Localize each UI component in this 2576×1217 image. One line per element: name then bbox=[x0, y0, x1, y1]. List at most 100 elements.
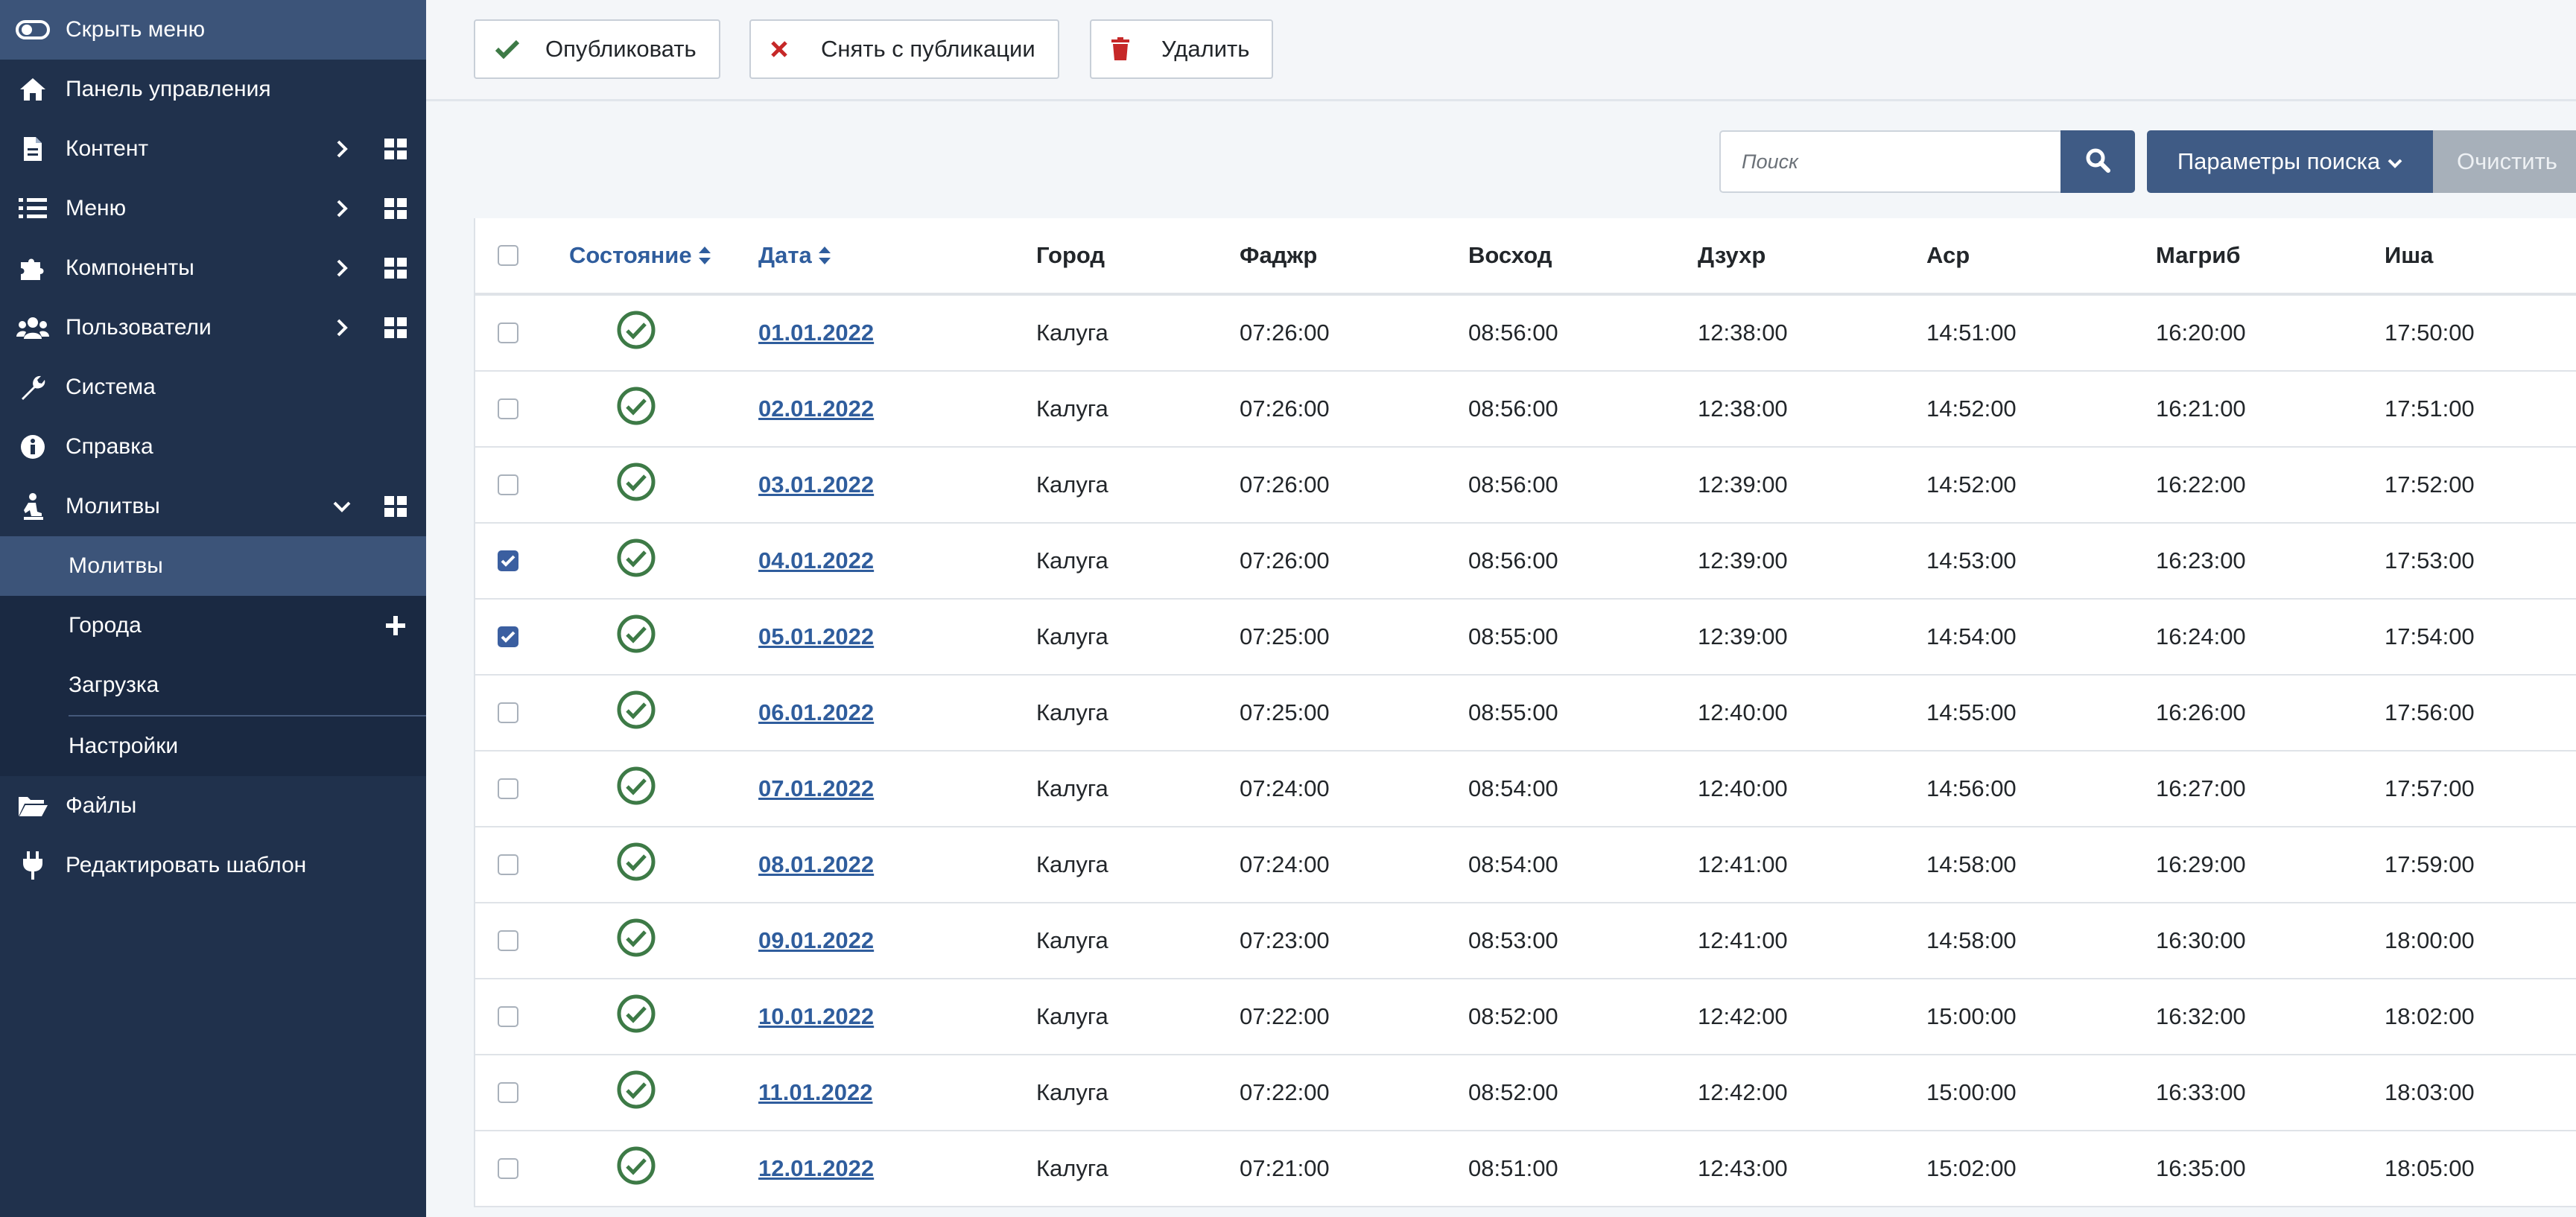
submenu-item-prayers[interactable]: Молитвы bbox=[0, 536, 426, 596]
published-status-icon[interactable] bbox=[617, 1146, 656, 1191]
status-cell[interactable] bbox=[617, 448, 656, 522]
chevron-right-icon[interactable] bbox=[331, 298, 353, 358]
row-checkbox-cell[interactable] bbox=[498, 524, 518, 598]
row-checkbox-cell[interactable] bbox=[498, 448, 518, 522]
chevron-right-icon[interactable] bbox=[331, 238, 353, 298]
row-checkbox[interactable] bbox=[498, 778, 518, 799]
row-checkbox-cell[interactable] bbox=[498, 903, 518, 978]
sidebar-item-menu[interactable]: Меню bbox=[0, 179, 426, 238]
grid-icon[interactable] bbox=[383, 179, 408, 238]
table-row[interactable]: 06.01.2022 Калуга 07:25:00 08:55:00 12:40:00… bbox=[475, 676, 2576, 752]
status-cell[interactable] bbox=[617, 1055, 656, 1130]
published-status-icon[interactable] bbox=[617, 538, 656, 583]
table-row[interactable]: 09.01.2022 Калуга 07:23:00 08:53:00 12:41:00… bbox=[475, 903, 2576, 979]
search-button[interactable] bbox=[2061, 130, 2135, 193]
table-row[interactable]: 11.01.2022 Калуга 07:22:00 08:52:00 12:42:00… bbox=[475, 1055, 2576, 1131]
date-link[interactable]: 08.01.2022 bbox=[758, 851, 874, 878]
column-header-status[interactable]: Состояние bbox=[569, 218, 711, 293]
chevron-right-icon[interactable] bbox=[331, 119, 353, 179]
submenu-item-settings[interactable]: Настройки bbox=[0, 716, 426, 776]
table-row[interactable]: 12.01.2022 Калуга 07:21:00 08:51:00 12:43:00… bbox=[475, 1131, 2576, 1207]
select-all-checkbox-cell[interactable] bbox=[498, 218, 518, 293]
published-status-icon[interactable] bbox=[617, 387, 656, 431]
table-row[interactable]: 04.01.2022 Калуга 07:26:00 08:56:00 12:39:00… bbox=[475, 524, 2576, 600]
sidebar-item-components[interactable]: Компоненты bbox=[0, 238, 426, 298]
status-cell[interactable] bbox=[617, 827, 656, 902]
table-row[interactable]: 03.01.2022 Калуга 07:26:00 08:56:00 12:39:00… bbox=[475, 448, 2576, 524]
status-cell[interactable] bbox=[617, 676, 656, 750]
sidebar-item-dashboard[interactable]: Панель управления bbox=[0, 60, 426, 119]
row-checkbox-cell[interactable] bbox=[498, 1055, 518, 1130]
date-link[interactable]: 09.01.2022 bbox=[758, 927, 874, 954]
status-cell[interactable] bbox=[617, 979, 656, 1054]
published-status-icon[interactable] bbox=[617, 1070, 656, 1115]
status-cell[interactable] bbox=[617, 296, 656, 370]
published-status-icon[interactable] bbox=[617, 994, 656, 1039]
published-status-icon[interactable] bbox=[617, 842, 656, 887]
grid-icon[interactable] bbox=[383, 298, 408, 358]
search-params-button[interactable]: Параметры поиска bbox=[2147, 130, 2433, 193]
published-status-icon[interactable] bbox=[617, 311, 656, 355]
date-link[interactable]: 05.01.2022 bbox=[758, 623, 874, 650]
row-checkbox[interactable] bbox=[498, 398, 518, 419]
published-status-icon[interactable] bbox=[617, 918, 656, 963]
row-checkbox-cell[interactable] bbox=[498, 752, 518, 826]
clear-button[interactable]: Очистить bbox=[2433, 130, 2576, 193]
date-link[interactable]: 02.01.2022 bbox=[758, 395, 874, 422]
row-checkbox[interactable] bbox=[498, 550, 518, 571]
row-checkbox[interactable] bbox=[498, 1082, 518, 1103]
chevron-right-icon[interactable] bbox=[331, 179, 353, 238]
table-row[interactable]: 01.01.2022 Калуга 07:26:00 08:56:00 12:38:00… bbox=[475, 296, 2576, 372]
sidebar-item-content[interactable]: Контент bbox=[0, 119, 426, 179]
sidebar-item-prayers[interactable]: Молитвы bbox=[0, 477, 426, 536]
date-link[interactable]: 03.01.2022 bbox=[758, 471, 874, 498]
date-link[interactable]: 11.01.2022 bbox=[758, 1079, 872, 1106]
row-checkbox-cell[interactable] bbox=[498, 600, 518, 674]
status-cell[interactable] bbox=[617, 372, 656, 446]
row-checkbox[interactable] bbox=[498, 474, 518, 495]
row-checkbox-cell[interactable] bbox=[498, 1131, 518, 1206]
row-checkbox-cell[interactable] bbox=[498, 979, 518, 1054]
row-checkbox-cell[interactable] bbox=[498, 676, 518, 750]
search-input[interactable] bbox=[1719, 130, 2061, 193]
grid-icon[interactable] bbox=[383, 238, 408, 298]
column-header-date[interactable]: Дата bbox=[758, 218, 831, 293]
submenu-item-cities[interactable]: Города bbox=[0, 596, 426, 655]
plus-icon[interactable] bbox=[383, 596, 408, 655]
row-checkbox-cell[interactable] bbox=[498, 827, 518, 902]
table-row[interactable]: 08.01.2022 Калуга 07:24:00 08:54:00 12:41:00… bbox=[475, 827, 2576, 903]
row-checkbox[interactable] bbox=[498, 930, 518, 951]
date-link[interactable]: 04.01.2022 bbox=[758, 547, 874, 574]
sidebar-item-users[interactable]: Пользователи bbox=[0, 298, 426, 358]
submenu-item-upload[interactable]: Загрузка bbox=[0, 655, 426, 715]
row-checkbox[interactable] bbox=[498, 702, 518, 723]
table-row[interactable]: 02.01.2022 Калуга 07:26:00 08:56:00 12:38:00… bbox=[475, 372, 2576, 448]
grid-icon[interactable] bbox=[383, 477, 408, 536]
grid-icon[interactable] bbox=[383, 119, 408, 179]
date-link[interactable]: 01.01.2022 bbox=[758, 320, 874, 346]
row-checkbox[interactable] bbox=[498, 1158, 518, 1179]
sidebar-item-edit-template[interactable]: Редактировать шаблон bbox=[0, 836, 426, 895]
table-row[interactable]: 10.01.2022 Калуга 07:22:00 08:52:00 12:42:00… bbox=[475, 979, 2576, 1055]
row-checkbox-cell[interactable] bbox=[498, 296, 518, 370]
date-link[interactable]: 06.01.2022 bbox=[758, 699, 874, 726]
sidebar-item-help[interactable]: Справка bbox=[0, 417, 426, 477]
row-checkbox-cell[interactable] bbox=[498, 372, 518, 446]
hide-menu-toggle[interactable]: Скрыть меню bbox=[0, 0, 426, 60]
table-row[interactable]: 07.01.2022 Калуга 07:24:00 08:54:00 12:40:00… bbox=[475, 752, 2576, 827]
date-link[interactable]: 10.01.2022 bbox=[758, 1003, 874, 1030]
unpublish-button[interactable]: Снять с публикации bbox=[749, 19, 1059, 79]
status-cell[interactable] bbox=[617, 903, 656, 978]
published-status-icon[interactable] bbox=[617, 614, 656, 659]
sidebar-item-files[interactable]: Файлы bbox=[0, 776, 426, 836]
date-link[interactable]: 12.01.2022 bbox=[758, 1155, 874, 1182]
select-all-checkbox[interactable] bbox=[498, 245, 518, 266]
status-cell[interactable] bbox=[617, 600, 656, 674]
status-cell[interactable] bbox=[617, 1131, 656, 1206]
table-row[interactable]: 05.01.2022 Калуга 07:25:00 08:55:00 12:39:00… bbox=[475, 600, 2576, 676]
sidebar-item-system[interactable]: Система bbox=[0, 358, 426, 417]
delete-button[interactable]: Удалить bbox=[1090, 19, 1274, 79]
date-link[interactable]: 07.01.2022 bbox=[758, 775, 874, 802]
row-checkbox[interactable] bbox=[498, 626, 518, 647]
published-status-icon[interactable] bbox=[617, 766, 656, 811]
